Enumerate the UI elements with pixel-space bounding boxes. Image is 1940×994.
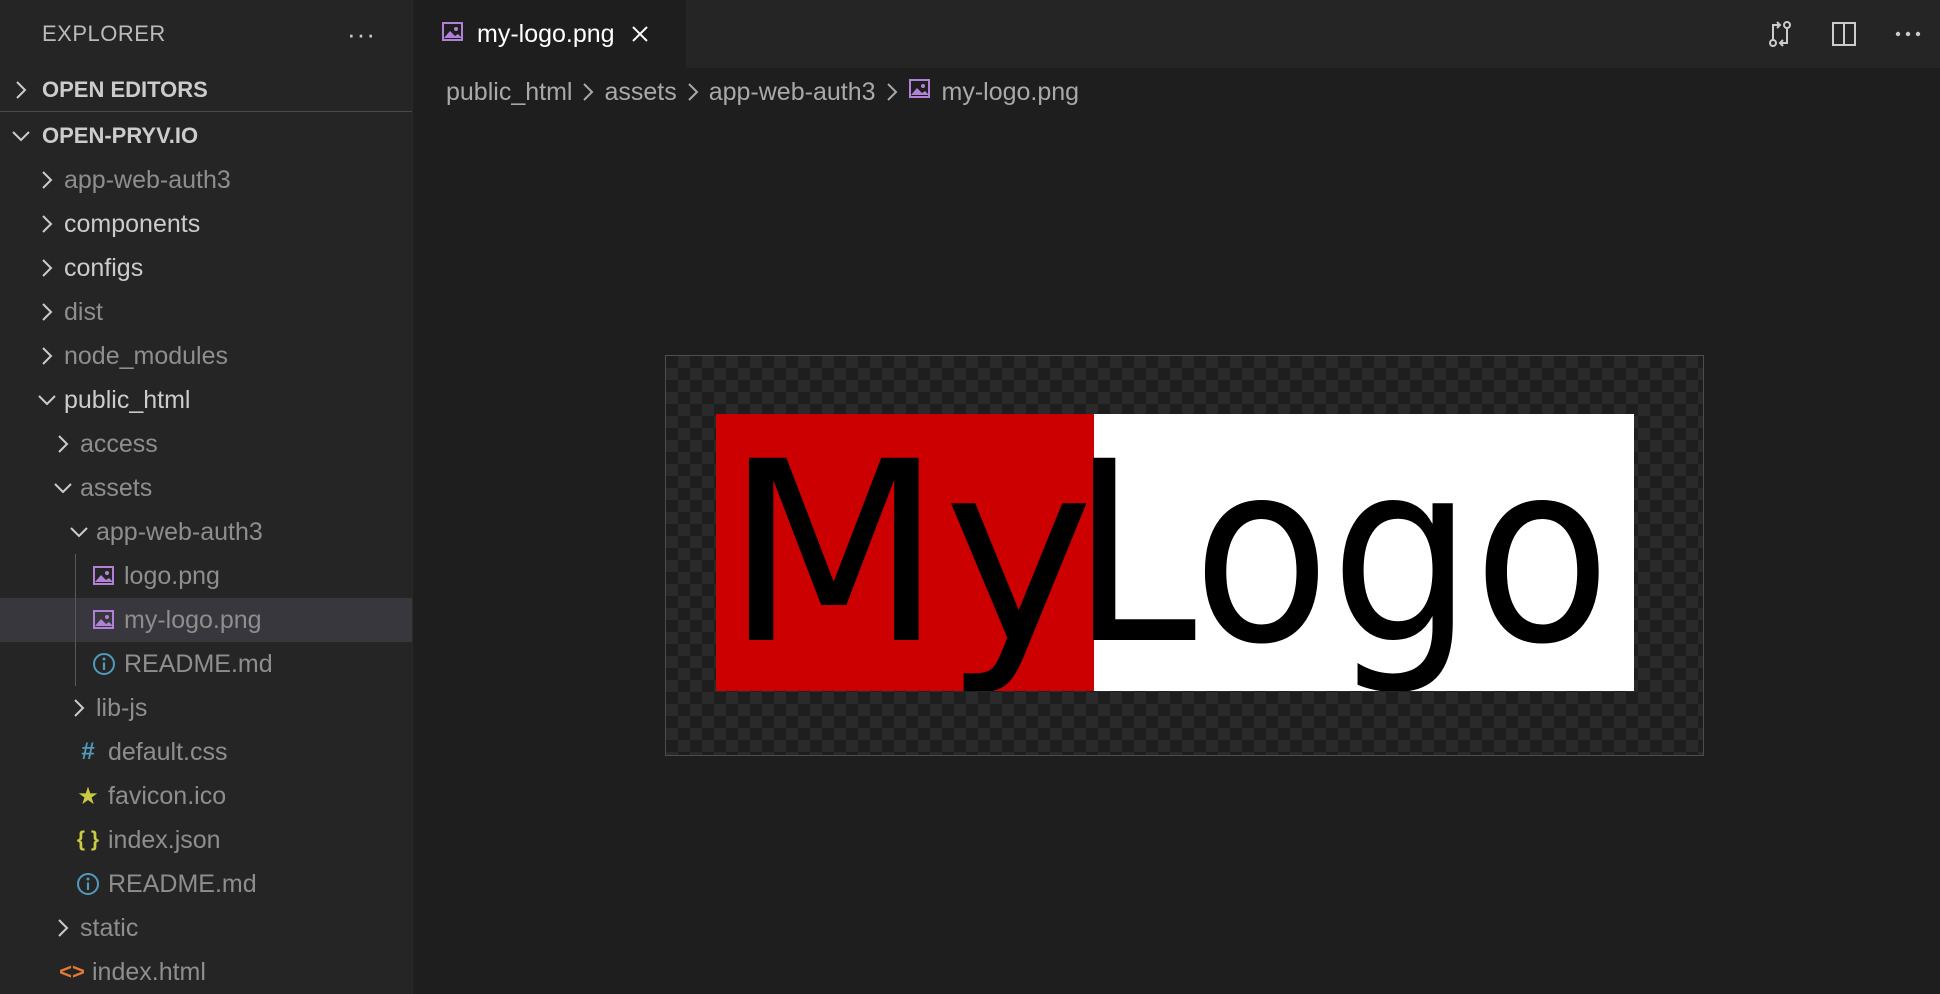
- tree-item-label: index.json: [108, 825, 221, 854]
- project-section[interactable]: OPEN-PRYV.IO: [0, 114, 412, 158]
- logo-text-logo: Logo: [1071, 414, 1611, 691]
- chevron-right-icon: [687, 82, 699, 102]
- file-item[interactable]: logo.png: [0, 554, 412, 598]
- editor-actions: [1748, 0, 1940, 68]
- star-icon: ★: [74, 782, 102, 811]
- image-file-icon: [90, 565, 118, 587]
- json-file-icon: { }: [74, 828, 102, 852]
- folder-item[interactable]: public_html: [0, 378, 412, 422]
- tree-item-label: lib-js: [96, 693, 148, 722]
- folder-item[interactable]: lib-js: [0, 686, 412, 730]
- folder-item[interactable]: node_modules: [0, 334, 412, 378]
- explorer-header: EXPLORER ···: [0, 0, 412, 68]
- indent-guide: [75, 598, 76, 642]
- star-icon-glyph: ★: [77, 782, 99, 810]
- breadcrumb-file-label: my-logo.png: [941, 77, 1080, 106]
- file-item[interactable]: ★ favicon.ico: [0, 774, 412, 818]
- chevron-right-icon: [34, 170, 60, 190]
- chevron-right-icon: [50, 434, 76, 454]
- image-file-icon: [441, 21, 465, 48]
- indent-guide: [75, 554, 76, 598]
- tree-item-label: index.html: [92, 957, 206, 986]
- file-item[interactable]: <> index.html: [0, 950, 412, 994]
- file-item[interactable]: { } index.json: [0, 818, 412, 862]
- more-actions-icon[interactable]: [1876, 0, 1940, 68]
- css-file-icon-glyph: #: [81, 738, 95, 765]
- explorer-sidebar: EXPLORER ··· OPEN EDITORS OPEN-PRYV.IO a…: [0, 0, 413, 994]
- tree-item-label: app-web-auth3: [96, 517, 263, 546]
- tree-item-label: assets: [80, 473, 153, 502]
- tree-item-label: node_modules: [64, 341, 229, 370]
- tree-item-label: README.md: [124, 649, 273, 678]
- open-changes-icon[interactable]: [1748, 0, 1812, 68]
- image-file-icon: [90, 609, 118, 631]
- project-label: OPEN-PRYV.IO: [42, 123, 199, 148]
- chevron-right-icon: [34, 258, 60, 278]
- file-item[interactable]: README.md: [0, 642, 412, 686]
- breadcrumb: public_html assets app-web-auth3 my-logo…: [446, 72, 1079, 112]
- file-item[interactable]: # default.css: [0, 730, 412, 774]
- close-icon[interactable]: [631, 25, 649, 43]
- folder-item[interactable]: app-web-auth3: [0, 158, 412, 202]
- folder-item[interactable]: access: [0, 422, 412, 466]
- info-icon: [90, 652, 118, 676]
- image-file-icon: [908, 78, 932, 107]
- logo-image: My Logo: [716, 414, 1634, 691]
- explorer-more-icon[interactable]: ···: [347, 19, 376, 50]
- tree-item-label: my-logo.png: [124, 605, 262, 634]
- chevron-right-icon: [886, 82, 898, 102]
- chevron-right-icon: [582, 82, 594, 102]
- tree-item-label: public_html: [64, 385, 191, 414]
- folder-item[interactable]: assets: [0, 466, 412, 510]
- tree-item-label: static: [80, 913, 139, 942]
- folder-item[interactable]: components: [0, 202, 412, 246]
- open-editors-label: OPEN EDITORS: [42, 76, 208, 102]
- image-preview: My Logo: [665, 355, 1704, 756]
- folder-item[interactable]: configs: [0, 246, 412, 290]
- json-file-icon-glyph: { }: [76, 828, 100, 851]
- css-file-icon: #: [74, 738, 102, 766]
- chevron-right-icon: [34, 346, 60, 366]
- chevron-down-icon: [50, 482, 76, 494]
- breadcrumb-my-logo-png[interactable]: my-logo.png: [908, 77, 1080, 107]
- explorer-title: EXPLORER: [42, 21, 166, 46]
- logo-text-my: My: [724, 414, 1094, 691]
- tree-item-label: components: [64, 209, 201, 238]
- tab-my-logo-png[interactable]: my-logo.png: [413, 0, 686, 68]
- tree-item-label: app-web-auth3: [64, 165, 231, 194]
- breadcrumb-app-web-auth3[interactable]: app-web-auth3: [709, 78, 876, 107]
- folder-item[interactable]: app-web-auth3: [0, 510, 412, 554]
- breadcrumb-public-html[interactable]: public_html: [446, 78, 572, 107]
- file-item[interactable]: README.md: [0, 862, 412, 906]
- indent-guide: [75, 642, 76, 686]
- chevron-right-icon: [0, 79, 42, 101]
- open-editors-section[interactable]: OPEN EDITORS: [0, 68, 412, 112]
- tree-item-label: default.css: [108, 737, 228, 766]
- chevron-right-icon: [50, 918, 76, 938]
- chevron-down-icon: [66, 526, 92, 538]
- chevron-right-icon: [34, 214, 60, 234]
- folder-item[interactable]: dist: [0, 290, 412, 334]
- tree-item-label: configs: [64, 253, 144, 282]
- split-editor-icon[interactable]: [1812, 0, 1876, 68]
- tree-item-label: logo.png: [124, 561, 220, 590]
- chevron-down-icon: [0, 129, 42, 143]
- tree-item-label: README.md: [108, 869, 257, 898]
- chevron-right-icon: [34, 302, 60, 322]
- tab-bar: my-logo.png: [413, 0, 1940, 68]
- tree-item-label: access: [80, 429, 158, 458]
- tab-label: my-logo.png: [477, 19, 615, 48]
- html-file-icon: <>: [58, 959, 86, 985]
- file-tree: app-web-auth3 components configs dist node_m…: [0, 158, 412, 994]
- chevron-down-icon: [34, 394, 60, 406]
- tree-item-label: favicon.ico: [108, 781, 227, 810]
- info-icon: [74, 872, 102, 896]
- html-file-icon-glyph: <>: [59, 959, 85, 984]
- folder-item[interactable]: static: [0, 906, 412, 950]
- tree-item-label: dist: [64, 297, 103, 326]
- breadcrumb-assets[interactable]: assets: [604, 78, 676, 107]
- file-item[interactable]: my-logo.png: [0, 598, 412, 642]
- chevron-right-icon: [66, 698, 92, 718]
